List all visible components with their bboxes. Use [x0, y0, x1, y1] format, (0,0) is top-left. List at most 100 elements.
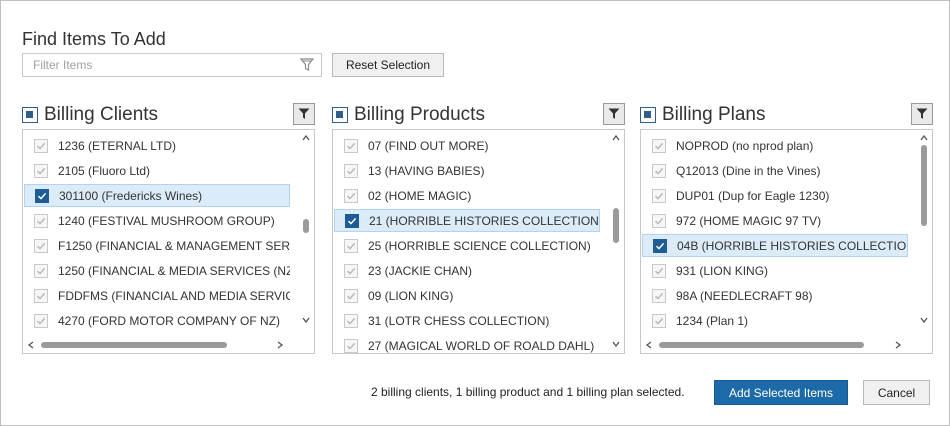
- list-item[interactable]: 23 (JACKIE CHAN): [334, 259, 600, 282]
- item-checkbox[interactable]: [652, 163, 666, 178]
- list-item[interactable]: 4270 (FORD MOTOR COMPANY OF NZ): [24, 309, 290, 332]
- list-item-label: 23 (JACKIE CHAN): [368, 263, 473, 278]
- list-item-label: 07 (FIND OUT MORE): [368, 138, 489, 153]
- vertical-scroll-thumb[interactable]: [613, 208, 619, 244]
- list-item-label: 98A (NEEDLECRAFT 98): [676, 288, 813, 303]
- vertical-scroll-thumb[interactable]: [921, 145, 927, 226]
- checkmark-icon: [347, 217, 357, 225]
- item-checkbox[interactable]: [344, 263, 358, 278]
- checkmark-icon: [654, 267, 664, 275]
- billing-products-list[interactable]: 07 (FIND OUT MORE) 13 (HAVING BABIES) 02 (…: [332, 129, 625, 354]
- item-checkbox[interactable]: [34, 138, 48, 153]
- item-checkbox[interactable]: [345, 213, 359, 228]
- chevron-up-icon: [612, 134, 620, 141]
- list-item[interactable]: 31 (LOTR CHESS COLLECTION): [334, 309, 600, 332]
- item-checkbox[interactable]: [34, 288, 48, 303]
- item-checkbox[interactable]: [34, 263, 48, 278]
- list-item[interactable]: 1250 (FINANCIAL & MEDIA SERVICES (NZ) LT: [24, 259, 290, 282]
- filter-icon[interactable]: [299, 58, 315, 72]
- item-checkbox[interactable]: [344, 338, 358, 353]
- list-item-label: 31 (LOTR CHESS COLLECTION): [368, 313, 550, 328]
- list-item[interactable]: 27 (MAGICAL WORLD OF ROALD DAHL): [334, 334, 600, 353]
- item-checkbox[interactable]: [344, 288, 358, 303]
- chevron-left-icon: [645, 341, 652, 349]
- chevron-down-icon: [920, 317, 928, 324]
- list-item[interactable]: 25 (HORRIBLE SCIENCE COLLECTION): [334, 234, 600, 257]
- item-checkbox[interactable]: [652, 288, 666, 303]
- select-all-checkbox[interactable]: [22, 107, 38, 123]
- billing-plans-list[interactable]: NOPROD (no nprod plan) Q12013 (Dine in th…: [640, 129, 933, 354]
- add-selected-items-button[interactable]: Add Selected Items: [714, 380, 848, 405]
- item-checkbox[interactable]: [344, 138, 358, 153]
- panel-title: Billing Clients: [44, 104, 159, 125]
- list-item[interactable]: 02 (HOME MAGIC): [334, 184, 600, 207]
- column-filter-button[interactable]: [911, 103, 933, 125]
- checkmark-icon: [654, 192, 664, 200]
- filter-icon: [298, 108, 310, 119]
- list-item[interactable]: NOPROD (no nprod plan): [642, 134, 908, 157]
- item-checkbox[interactable]: [652, 213, 666, 228]
- horizontal-scrollbar[interactable]: [641, 337, 915, 353]
- list-item[interactable]: 1240 (FESTIVAL MUSHROOM GROUP): [24, 209, 290, 232]
- list-item[interactable]: 301100 (Fredericks Wines): [24, 184, 290, 207]
- checkmark-icon: [36, 267, 46, 275]
- item-checkbox[interactable]: [652, 138, 666, 153]
- list-item[interactable]: 1234 (Plan 1): [642, 309, 908, 332]
- list-item-label: 02 (HOME MAGIC): [368, 188, 472, 203]
- horizontal-scroll-thumb[interactable]: [659, 342, 864, 348]
- list-item[interactable]: DUP01 (Dup for Eagle 1230): [642, 184, 908, 207]
- item-checkbox[interactable]: [344, 188, 358, 203]
- list-item[interactable]: 972 (HOME MAGIC 97 TV): [642, 209, 908, 232]
- list-item[interactable]: 04B (HORRIBLE HISTORIES COLLECTION 2004: [642, 234, 908, 257]
- item-checkbox[interactable]: [34, 213, 48, 228]
- column-filter-button[interactable]: [603, 103, 625, 125]
- panel-title: Billing Products: [354, 104, 485, 125]
- item-checkbox[interactable]: [344, 313, 358, 328]
- panel-header: Billing Clients: [22, 101, 315, 129]
- list-item[interactable]: 21 (HORRIBLE HISTORIES COLLECTION): [334, 209, 600, 232]
- select-all-checkbox[interactable]: [640, 107, 656, 123]
- item-checkbox[interactable]: [652, 188, 666, 203]
- item-checkbox[interactable]: [652, 313, 666, 328]
- list-item[interactable]: 07 (FIND OUT MORE): [334, 134, 600, 157]
- list-item[interactable]: 09 (LION KING): [334, 284, 600, 307]
- filter-items-input[interactable]: [23, 54, 293, 76]
- list-item[interactable]: 13 (HAVING BABIES): [334, 159, 600, 182]
- filter-items-field[interactable]: [22, 53, 322, 77]
- filter-icon: [608, 108, 620, 119]
- billing-clients-panel: Billing Clients 1236 (ETERNAL LTD) 2105 (…: [22, 101, 315, 354]
- list-item[interactable]: FDDFMS (FINANCIAL AND MEDIA SERVICES): [24, 284, 290, 307]
- column-filter-button[interactable]: [293, 103, 315, 125]
- reset-selection-button[interactable]: Reset Selection: [332, 53, 444, 77]
- item-checkbox[interactable]: [35, 188, 49, 203]
- item-checkbox[interactable]: [34, 238, 48, 253]
- item-checkbox[interactable]: [653, 238, 667, 253]
- vertical-scrollbar[interactable]: [916, 130, 932, 339]
- checkmark-icon: [37, 192, 47, 200]
- list-item[interactable]: 1236 (ETERNAL LTD): [24, 134, 290, 157]
- list-item[interactable]: F1250 (FINANCIAL & MANAGEMENT SERVIC: [24, 234, 290, 257]
- item-checkbox[interactable]: [34, 313, 48, 328]
- list-item[interactable]: 2105 (Fluoro Ltd): [24, 159, 290, 182]
- checkmark-icon: [36, 242, 46, 250]
- checkmark-icon: [346, 192, 356, 200]
- billing-products-panel: Billing Products 07 (FIND OUT MORE) 13 (H…: [332, 101, 625, 354]
- select-all-checkbox[interactable]: [332, 107, 348, 123]
- list-item-label: 972 (HOME MAGIC 97 TV): [676, 213, 822, 228]
- item-checkbox[interactable]: [652, 263, 666, 278]
- list-item-label: 1240 (FESTIVAL MUSHROOM GROUP): [58, 213, 275, 228]
- filter-icon: [916, 108, 928, 119]
- horizontal-scroll-thumb[interactable]: [41, 342, 227, 348]
- billing-clients-list[interactable]: 1236 (ETERNAL LTD) 2105 (Fluoro Ltd) 30110…: [22, 129, 315, 354]
- vertical-scroll-thumb[interactable]: [303, 219, 309, 234]
- list-item[interactable]: 931 (LION KING): [642, 259, 908, 282]
- item-checkbox[interactable]: [344, 163, 358, 178]
- horizontal-scrollbar[interactable]: [23, 337, 297, 353]
- list-item[interactable]: Q12013 (Dine in the Vines): [642, 159, 908, 182]
- list-item[interactable]: 98A (NEEDLECRAFT 98): [642, 284, 908, 307]
- item-checkbox[interactable]: [344, 238, 358, 253]
- cancel-button[interactable]: Cancel: [863, 380, 930, 405]
- vertical-scrollbar[interactable]: [298, 130, 314, 339]
- vertical-scrollbar[interactable]: [608, 130, 624, 353]
- item-checkbox[interactable]: [34, 163, 48, 178]
